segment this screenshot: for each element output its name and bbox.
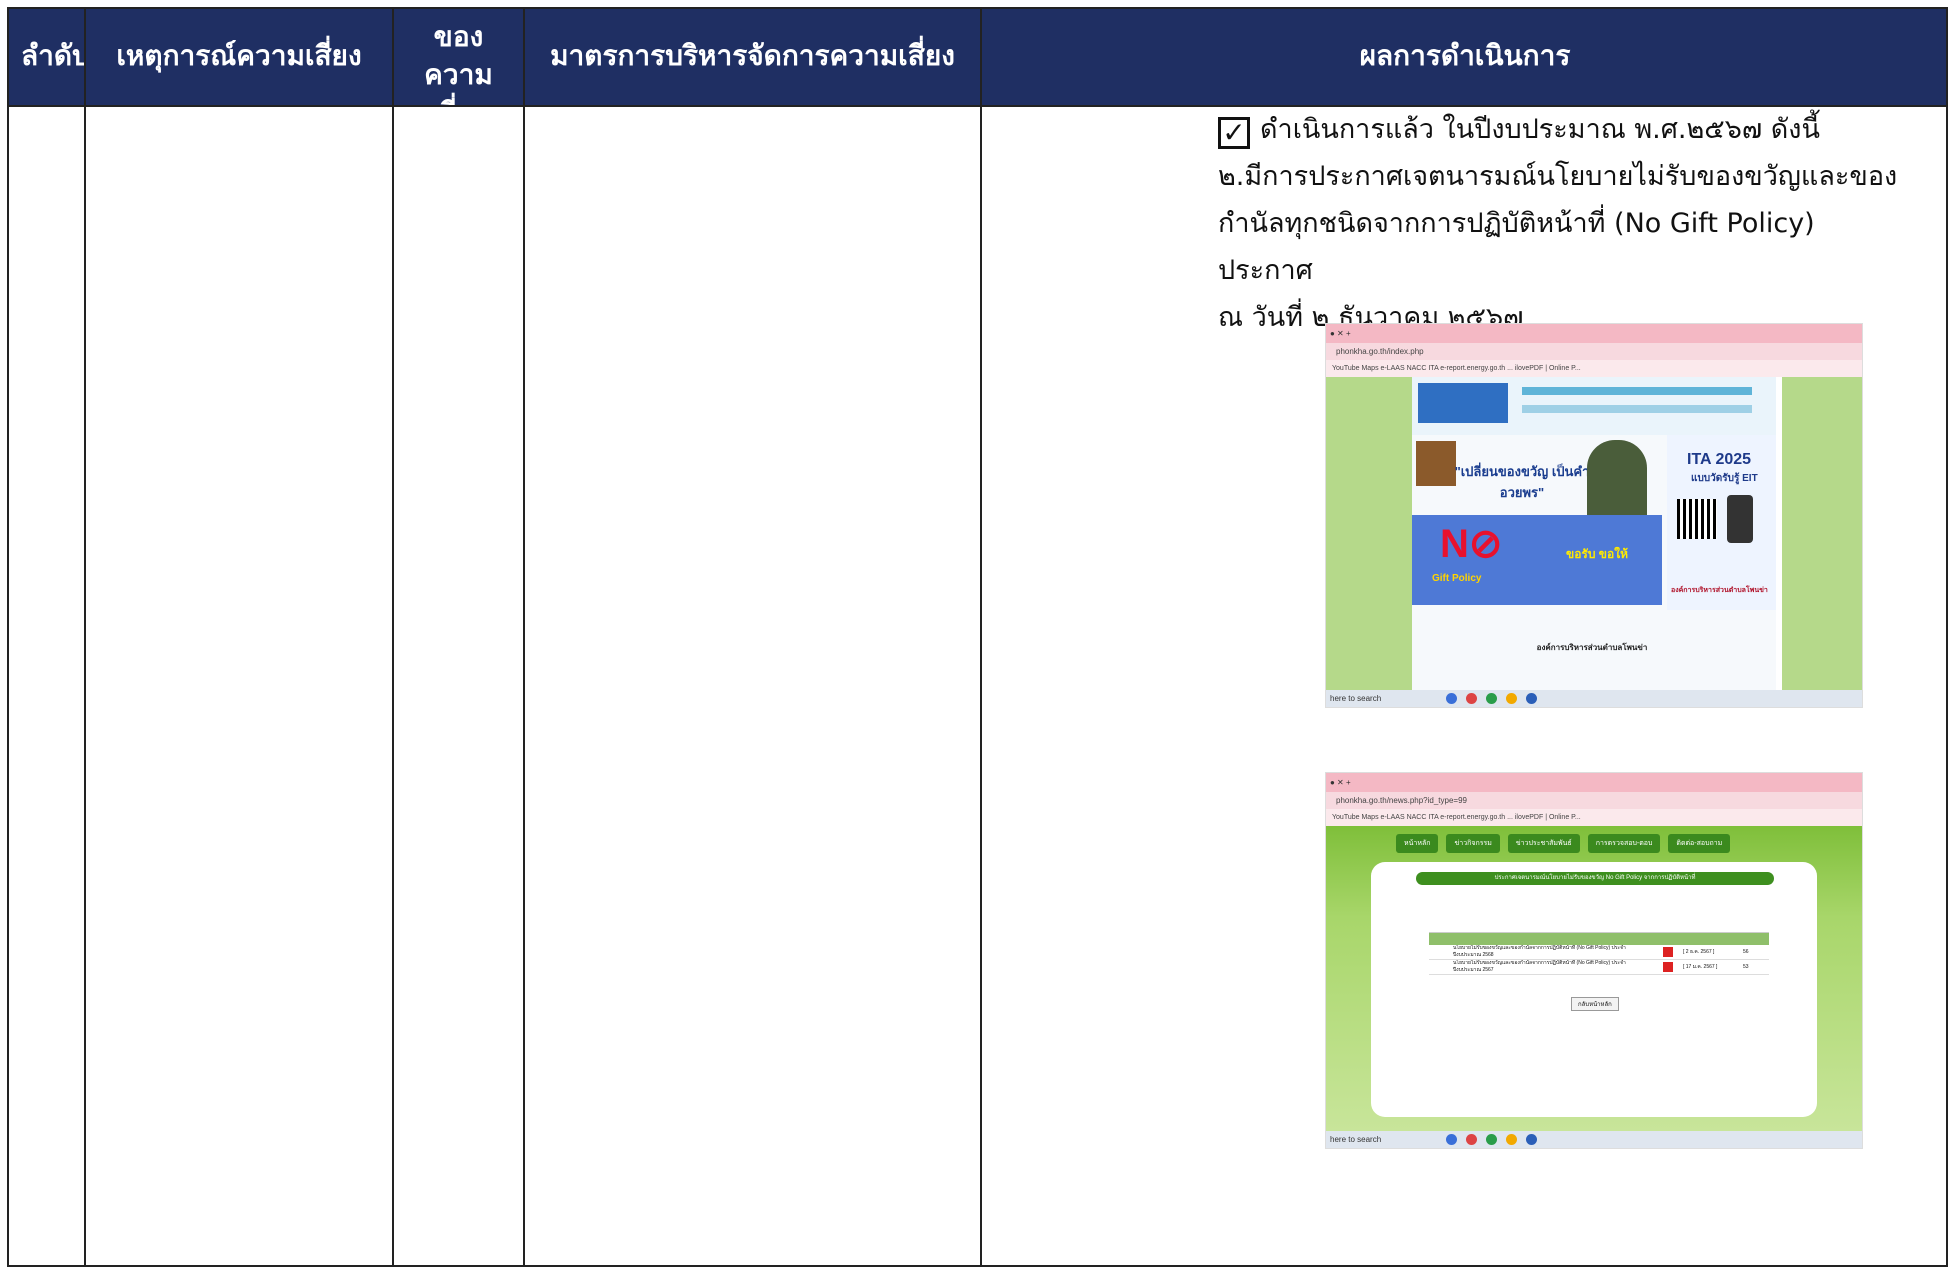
divider-3 — [523, 7, 525, 1267]
no-gift-text: ขอรับ ขอให้ — [1566, 547, 1628, 561]
content-panel: ประกาศเจตนารมณ์นโยบายไม่รับของขวัญ No Gi… — [1371, 862, 1817, 1117]
nav-news[interactable]: ข่าวประชาสัมพันธ์ — [1507, 834, 1580, 853]
banner-arrows — [1522, 387, 1752, 395]
taskbar-search-2: here to search — [1330, 1135, 1382, 1144]
header-risk-event: เหตุการณ์ความเสี่ยง — [116, 39, 362, 72]
bookmarks-bar-2: YouTube Maps e-LAAS NACC ITA e-report.en… — [1326, 809, 1862, 826]
word-icon — [1526, 693, 1537, 704]
taskbar-icons — [1446, 693, 1537, 704]
row-title[interactable]: นโยบายไม่รับของขวัญและของกำนัลจากการปฏิบ… — [1429, 960, 1653, 974]
banner-arrows-2 — [1522, 405, 1752, 413]
result-text: ✓ ดำเนินการแล้ว ในปีงบประมาณ พ.ศ.๒๕๖๗ ดัง… — [1218, 106, 1916, 341]
folder-icon — [1506, 693, 1517, 704]
taskbar-icons-2 — [1446, 1134, 1537, 1145]
news-table-header — [1429, 933, 1769, 945]
folder-icon — [1506, 1134, 1517, 1145]
row-date: [ 2 ธ.ค. 2567 ] — [1683, 949, 1715, 955]
row-views: 56 — [1743, 949, 1749, 955]
panel-title: ประกาศเจตนารมณ์นโยบายไม่รับของขวัญ No Gi… — [1416, 872, 1774, 885]
ita-panel: ITA 2025 แบบวัดรับรู้ EIT องค์การบริหารส… — [1667, 435, 1776, 610]
taskbar-search: here to search — [1330, 694, 1382, 703]
bookmarks-bar: YouTube Maps e-LAAS NACC ITA e-report.en… — [1326, 360, 1862, 377]
divider-2 — [392, 7, 394, 1267]
pdf-icon — [1663, 962, 1673, 972]
windows-taskbar: here to search — [1326, 690, 1862, 707]
nav-contact[interactable]: ติดต่อ-สอบถาม — [1668, 834, 1731, 853]
browser-tab-2: ● ✕ + — [1326, 773, 1862, 792]
poster-slogan: "เปลี่ยนของขวัญ เป็นคำอวยพร" — [1454, 464, 1590, 500]
green-margin-right — [1782, 377, 1862, 690]
ita-org: องค์การบริหารส่วนตำบลโพนข่า — [1671, 587, 1768, 594]
chrome-icon — [1486, 1134, 1497, 1145]
no-gift-panel: N⊘ Gift Policy ขอรับ ขอให้ — [1412, 515, 1662, 605]
taskbar-app-icon — [1446, 1134, 1457, 1145]
header-number: ลำดับที่ — [21, 39, 84, 72]
back-home-button[interactable]: กลับหน้าหลัก — [1571, 997, 1619, 1011]
taskbar-app-icon — [1446, 693, 1457, 704]
pdf-icon — [1663, 947, 1673, 957]
header-risk-level: ระดับของความเสี่ยง — [424, 0, 493, 129]
nav-home[interactable]: หน้าหลัก — [1396, 834, 1439, 853]
result-check-label: ดำเนินการแล้ว ในปีงบประมาณ พ.ศ.๒๕๖๗ ดังน… — [1260, 114, 1820, 145]
result-line-2: ๒.มีการประกาศเจตนารมณ์นโยบายไม่รับของขวั… — [1218, 161, 1898, 192]
table-header: ลำดับที่ เหตุการณ์ความเสี่ยง ระดับของควา… — [7, 0, 1948, 129]
row-views: 53 — [1743, 964, 1749, 970]
divider-4 — [980, 7, 982, 1267]
phone-icon — [1727, 495, 1753, 543]
table-row[interactable]: นโยบายไม่รับของขวัญและของกำนัลจากการปฏิบ… — [1429, 945, 1769, 960]
url-bar: phonkha.go.th/index.php — [1326, 343, 1862, 360]
official-photo — [1587, 440, 1647, 520]
screenshot-homepage: ● ✕ + phonkha.go.th/index.php YouTube Ma… — [1325, 323, 1863, 708]
ita-title: ITA 2025 — [1687, 451, 1752, 468]
gmail-icon — [1466, 1134, 1477, 1145]
browser-tab: ● ✕ + — [1326, 324, 1862, 343]
chrome-icon — [1486, 693, 1497, 704]
nav-audit[interactable]: การตรวจสอบ-ตอบ — [1587, 834, 1661, 853]
table-row[interactable]: นโยบายไม่รับของขวัญและของกำนัลจากการปฏิบ… — [1429, 960, 1769, 975]
gmail-icon — [1466, 693, 1477, 704]
poster-area: "เปลี่ยนของขวัญ เป็นคำอวยพร" N⊘ Gift Pol… — [1412, 435, 1776, 690]
screenshot-news-page: ● ✕ + phonkha.go.th/news.php?id_type=99 … — [1325, 772, 1863, 1149]
result-line-3: กำนัลทุกชนิดจากการปฏิบัติหน้าที่ (No Gif… — [1218, 208, 1815, 286]
banner-blue-block — [1418, 383, 1508, 423]
org-name: องค์การบริหารส่วนตำบลโพนข่า — [1536, 643, 1648, 652]
green-margin-left — [1326, 377, 1412, 690]
nav-menu: หน้าหลัก ข่าวกิจกรรม ข่าวประชาสัมพันธ์ ก… — [1396, 834, 1796, 853]
no-gift-label: Gift Policy — [1432, 573, 1482, 584]
border-top — [7, 7, 1948, 9]
nav-activities[interactable]: ข่าวกิจกรรม — [1446, 834, 1500, 853]
ita-subtitle: แบบวัดรับรู้ EIT — [1691, 473, 1758, 484]
page-green-bg: หน้าหลัก ข่าวกิจกรรม ข่าวประชาสัมพันธ์ ก… — [1326, 826, 1862, 1131]
row-title[interactable]: นโยบายไม่รับของขวัญและของกำนัลจากการปฏิบ… — [1429, 945, 1653, 959]
word-icon — [1526, 1134, 1537, 1145]
header-results: ผลการดำเนินการ — [1359, 39, 1571, 72]
timeline-banner — [1412, 377, 1776, 436]
border-left — [7, 7, 9, 1267]
checkbox-checked-icon: ✓ — [1218, 117, 1250, 149]
qr-code-icon — [1677, 499, 1717, 539]
divider-1 — [84, 7, 86, 1267]
hand-gift-image — [1416, 441, 1456, 486]
news-table: นโยบายไม่รับของขวัญและของกำนัลจากการปฏิบ… — [1429, 932, 1769, 975]
windows-taskbar-2: here to search — [1326, 1131, 1862, 1148]
row-date: [ 17 ม.ค. 2567 ] — [1683, 964, 1718, 970]
no-gift-logo: N⊘ — [1440, 522, 1503, 566]
url-bar-2: phonkha.go.th/news.php?id_type=99 — [1326, 792, 1862, 809]
header-risk-measures: มาตรการบริหารจัดการความเสี่ยง — [550, 39, 955, 72]
